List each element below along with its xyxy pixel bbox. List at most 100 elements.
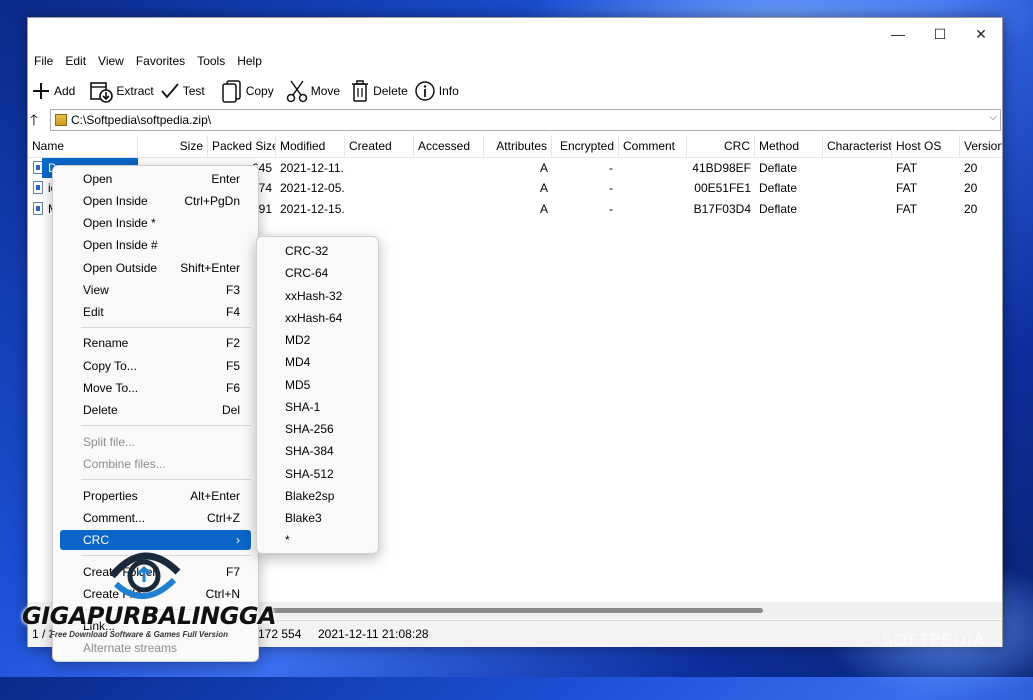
extract-button[interactable]: Extract	[86, 76, 156, 106]
col-name[interactable]: Name	[28, 135, 138, 157]
add-button[interactable]: Add	[28, 76, 78, 106]
info-button[interactable]: Info	[411, 76, 462, 106]
menu-item-shortcut: F5	[225, 359, 240, 373]
close-button[interactable]: ✕	[961, 18, 1001, 50]
test-button[interactable]: Test	[157, 76, 208, 106]
menu-item-view[interactable]: View F3	[60, 280, 251, 300]
menu-item-shortcut: Ctrl+Z	[207, 511, 240, 525]
crc-submenu: CRC-32 CRC-64 xxHash-32 xxHash-64 MD2 MD…	[256, 236, 379, 554]
toolbar: Add Extract Test Copy Move Delete Info	[28, 74, 1002, 108]
cell-version: 20	[964, 202, 978, 216]
cell-crc: 41BD98EF	[692, 161, 751, 175]
site-logo: GIGAPURBALINGGA Free Download Software &…	[16, 540, 277, 640]
maximize-button[interactable]: ☐	[920, 18, 960, 50]
submenu-item-xxhash64[interactable]: xxHash-64	[285, 308, 342, 328]
submenu-item-md5[interactable]: MD5	[285, 375, 310, 395]
title-bar: — ☐ ✕	[28, 18, 1002, 50]
menu-item-label: Open Inside	[83, 194, 148, 208]
submenu-item-sha256[interactable]: SHA-256	[285, 419, 334, 439]
submenu-item-sha384[interactable]: SHA-384	[285, 441, 334, 461]
col-characteristics[interactable]: Characterist...	[823, 135, 892, 157]
submenu-item-blake2sp[interactable]: Blake2sp	[285, 486, 334, 506]
menu-item-open-inside-star[interactable]: Open Inside *	[60, 213, 251, 233]
submenu-item-md2[interactable]: MD2	[285, 330, 310, 350]
menu-item-copy-to[interactable]: Copy To... F5	[60, 356, 251, 376]
cell-encrypted: -	[609, 181, 613, 195]
check-icon	[161, 83, 179, 99]
menu-item-shortcut: F4	[225, 305, 240, 319]
menu-item-edit[interactable]: Edit F4	[60, 302, 251, 322]
menu-item-open-inside[interactable]: Open Inside Ctrl+PgDn	[60, 191, 251, 211]
delete-button[interactable]: Delete	[347, 76, 411, 106]
col-method[interactable]: Method	[755, 135, 823, 157]
address-bar[interactable]: C:\Softpedia\softpedia.zip\ ⌵	[50, 109, 1001, 131]
column-header: Name Size Packed Size Modified Created A…	[28, 135, 1002, 158]
scissors-icon	[286, 80, 307, 103]
cell-modified: 2021-12-15...	[280, 202, 345, 216]
cell-method: Deflate	[759, 161, 798, 175]
move-button[interactable]: Move	[283, 76, 343, 106]
col-accessed[interactable]: Accessed	[414, 135, 484, 157]
menu-item-label: Rename	[83, 336, 129, 350]
col-host-os[interactable]: Host OS	[892, 135, 960, 157]
menu-item-open[interactable]: Open Enter	[60, 169, 251, 189]
col-packed-size[interactable]: Packed Size	[208, 135, 276, 157]
col-size[interactable]: Size	[138, 135, 208, 157]
col-version[interactable]: Version	[960, 135, 1002, 157]
submenu-item-crc64[interactable]: CRC-64	[285, 263, 328, 283]
col-comment[interactable]: Comment	[619, 135, 687, 157]
copy-icon	[221, 80, 241, 103]
submenu-item-star[interactable]: *	[285, 530, 290, 550]
col-encrypted[interactable]: Encrypted	[552, 135, 619, 157]
copy-button[interactable]: Copy	[218, 76, 277, 106]
cell-modified: 2021-12-11...	[280, 161, 345, 175]
col-crc[interactable]: CRC	[687, 135, 755, 157]
menu-item-open-outside[interactable]: Open Outside Shift+Enter	[60, 258, 251, 278]
col-modified[interactable]: Modified	[276, 135, 345, 157]
col-attributes[interactable]: Attributes	[484, 135, 552, 157]
menu-favorites[interactable]: Favorites	[130, 52, 191, 72]
menu-file[interactable]: File	[28, 52, 59, 72]
cell-attributes: A	[539, 181, 548, 195]
softpedia-watermark: SOFTPEDIA	[882, 631, 986, 651]
menu-separator	[81, 327, 251, 328]
add-label: Add	[54, 84, 76, 98]
col-created[interactable]: Created	[345, 135, 414, 157]
chevron-down-icon[interactable]: ⌵	[989, 112, 997, 123]
menu-view[interactable]: View	[92, 52, 130, 72]
submenu-item-blake3[interactable]: Blake3	[285, 508, 322, 528]
menu-item-shortcut: Ctrl+PgDn	[184, 194, 240, 208]
cell-host-os: FAT	[896, 161, 918, 175]
menu-item-comment[interactable]: Comment... Ctrl+Z	[60, 508, 251, 528]
info-label: Info	[438, 84, 459, 98]
submenu-item-xxhash32[interactable]: xxHash-32	[285, 286, 342, 306]
menu-item-label: Edit	[83, 305, 104, 319]
menu-item-label: Comment...	[83, 511, 146, 525]
menu-tools[interactable]: Tools	[191, 52, 231, 72]
menu-help[interactable]: Help	[231, 52, 268, 72]
submenu-item-sha1[interactable]: SHA-1	[285, 397, 320, 417]
menu-item-shortcut: Shift+Enter	[180, 261, 240, 275]
submenu-item-md4[interactable]: MD4	[285, 352, 310, 372]
menu-item-open-inside-hash[interactable]: Open Inside #	[60, 235, 251, 255]
cell-encrypted: -	[609, 161, 613, 175]
menu-item-label: Split file...	[83, 435, 136, 449]
brand-name: GIGAPURBALINGGA	[22, 602, 277, 630]
scrollbar-thumb[interactable]	[268, 608, 763, 613]
menu-item-shortcut: F3	[225, 283, 240, 297]
minimize-button[interactable]: —	[878, 18, 918, 50]
menu-item-label: Open Inside #	[83, 238, 158, 252]
submenu-item-sha512[interactable]: SHA-512	[285, 464, 334, 484]
submenu-item-crc32[interactable]: CRC-32	[285, 241, 328, 261]
delete-label: Delete	[373, 84, 408, 98]
menu-item-alternate-streams: Alternate streams	[60, 638, 251, 658]
menu-item-delete[interactable]: Delete Del	[60, 400, 251, 420]
extract-label: Extract	[116, 84, 154, 98]
menu-item-properties[interactable]: Properties Alt+Enter	[60, 486, 251, 506]
eye-logo-icon	[109, 552, 181, 600]
menu-item-label: Delete	[83, 403, 118, 417]
menu-item-rename[interactable]: Rename F2	[60, 333, 251, 353]
up-arrow-icon[interactable]: 🡑	[30, 110, 48, 130]
menu-item-move-to[interactable]: Move To... F6	[60, 378, 251, 398]
menu-edit[interactable]: Edit	[59, 52, 92, 72]
